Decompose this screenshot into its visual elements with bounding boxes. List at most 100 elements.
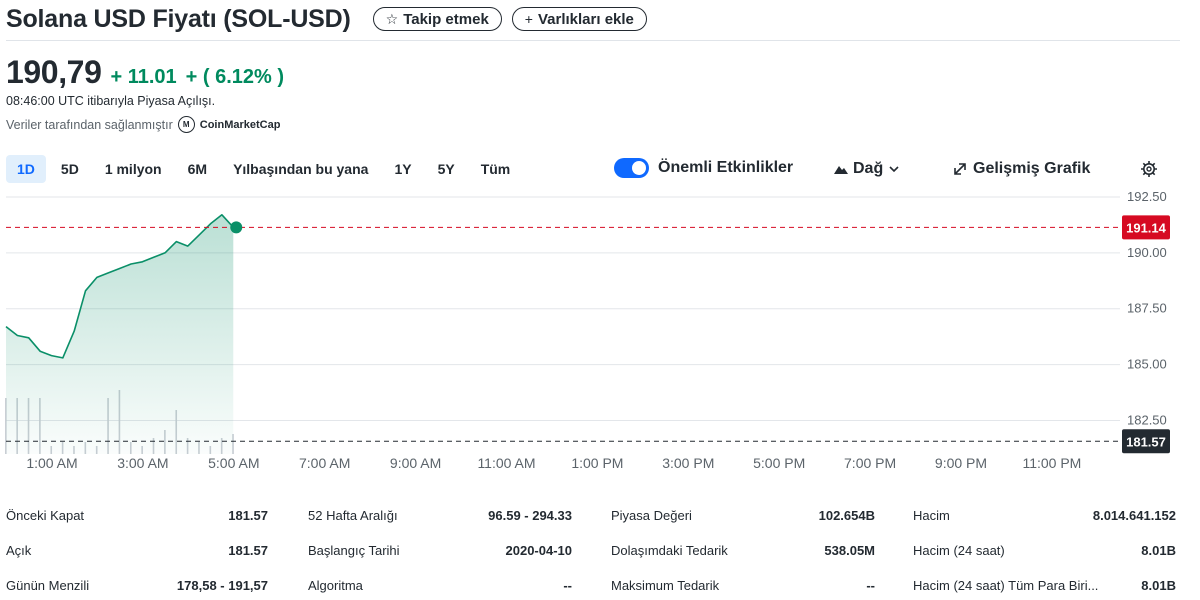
stat-label: Hacim (24 saat) [913, 542, 1005, 558]
x-tick-label: 11:00 PM [1022, 455, 1081, 471]
y-tick-label: 190.00 [1127, 245, 1167, 260]
range-tab-ytd[interactable]: Yılbaşından bu yana [222, 155, 379, 183]
add-to-portfolio-label: Varlıkları ekle [537, 10, 634, 28]
previous-close-flag-label: 181.57 [1126, 434, 1166, 449]
stat-value: 2020-04-10 [505, 542, 573, 558]
range-tabs: 1D 5D 1 milyon 6M Yılbaşından bu yana 1Y… [6, 155, 521, 183]
coinmarketcap-logo-icon: M [177, 116, 195, 133]
range-tab-5d[interactable]: 5D [50, 155, 90, 183]
stats-row: Açık 181.57 Başlangıç Tarihi 2020-04-10 Do… [6, 535, 1178, 565]
stat-label: Maksimum Tedarik [611, 577, 720, 593]
follow-button-label: Takip etmek [403, 10, 489, 28]
stat-label: Algoritma [308, 577, 363, 593]
stat-value: -- [866, 577, 875, 593]
range-tab-1m[interactable]: 1 milyon [94, 155, 173, 183]
stat-value: 8.01B [1141, 542, 1176, 558]
y-tick-label: 192.50 [1127, 189, 1167, 204]
stat-volume-24h: Hacim (24 saat) 8.01B [913, 535, 1176, 565]
price-chart[interactable]: 192.50 190.00 187.50 185.00 182.50 1:00 AM 3:0… [0, 184, 1200, 484]
provider-name[interactable]: CoinMarketCap [200, 119, 281, 131]
page-title: Solana USD Fiyatı (SOL-USD) [6, 4, 351, 33]
stat-start-date: Başlangıç Tarihi 2020-04-10 [308, 535, 572, 565]
stat-label: 52 Hafta Aralığı [308, 507, 398, 523]
stat-label: Önceki Kapat [6, 507, 85, 523]
stat-label: Hacim (24 saat) Tüm Para Biri... [913, 577, 1099, 593]
stat-market-cap: Piyasa Değeri 102.654B [611, 500, 875, 530]
y-tick-label: 182.50 [1127, 412, 1167, 427]
stat-previous-close: Önceki Kapat 181.57 [6, 500, 268, 530]
stat-label: Dolaşımdaki Tedarik [611, 542, 728, 558]
stat-day-range: Günün Menzili 178,58 - 191,57 [6, 570, 268, 600]
x-tick-label: 3:00 PM [662, 455, 714, 471]
quote-timestamp: 08:46:00 UTC itibarıyla Piyasa Açılışı. [6, 94, 216, 108]
stat-value: -- [563, 577, 572, 593]
quote-price-row: 190,79 + 11.01 + ( 6.12% ) [6, 54, 284, 91]
x-tick-label: 5:00 PM [753, 455, 805, 471]
range-tab-1y[interactable]: 1Y [383, 155, 422, 183]
stat-label: Başlangıç Tarihi [308, 542, 400, 558]
current-price-flag-label: 191.14 [1126, 220, 1167, 235]
current-price: 190,79 [6, 54, 102, 90]
gear-icon [1141, 161, 1157, 177]
chart-settings-button[interactable] [1140, 158, 1158, 180]
price-change: + 11.01 [110, 66, 177, 88]
star-icon: ☆ [385, 10, 399, 27]
x-tick-label: 7:00 PM [844, 455, 896, 471]
x-tick-label: 11:00 AM [477, 455, 535, 471]
stat-value: 181.57 [228, 542, 268, 558]
x-tick-label: 3:00 AM [117, 455, 168, 471]
key-events-control: Önemli Etkinlikler [614, 158, 793, 178]
range-tab-1d[interactable]: 1D [6, 155, 46, 183]
chevron-down-icon [889, 166, 899, 173]
stat-label: Günün Menzili [6, 577, 90, 593]
stat-label: Açık [6, 542, 32, 558]
key-events-label: Önemli Etkinlikler [658, 159, 794, 176]
range-tab-6m[interactable]: 6M [177, 155, 218, 183]
price-change-percent: + ( 6.12% ) [185, 66, 285, 88]
range-tab-5y[interactable]: 5Y [427, 155, 466, 183]
stat-open: Açık 181.57 [6, 535, 268, 565]
plus-icon: + [524, 11, 533, 27]
x-tick-label: 1:00 AM [26, 455, 77, 471]
add-to-portfolio-button[interactable]: + Varlıkları ekle [511, 7, 647, 31]
chart-type-label: Dağ [853, 160, 884, 177]
stat-value: 178,58 - 191,57 [176, 577, 268, 593]
stat-circulating-supply: Dolaşımdaki Tedarik 538.05M [611, 535, 875, 565]
provider-label: Veriler tarafından sağlanmıştır [6, 117, 173, 132]
range-tab-all[interactable]: Tüm [470, 155, 522, 183]
x-tick-label: 9:00 AM [390, 455, 441, 471]
y-tick-label: 185.00 [1127, 357, 1167, 372]
page-header: Solana USD Fiyatı (SOL-USD) ☆ Takip etme… [6, 2, 647, 36]
stats-row: Günün Menzili 178,58 - 191,57 Algoritma --… [6, 570, 1178, 600]
current-price-marker [230, 221, 243, 234]
stat-value: 8.01B [1141, 577, 1176, 593]
x-tick-label: 9:00 PM [935, 455, 987, 471]
x-tick-label: 7:00 AM [299, 455, 350, 471]
stat-value: 8.014.641.152 [1092, 507, 1176, 523]
stat-label: Hacim [913, 507, 950, 523]
stat-value: 538.05M [824, 542, 875, 558]
expand-arrow-icon [954, 163, 966, 175]
stats-row: Önceki Kapat 181.57 52 Hafta Aralığı 96.59… [6, 500, 1178, 530]
x-tick-label: 5:00 AM [208, 455, 259, 471]
stat-value: 181.57 [228, 507, 268, 523]
stat-label: Piyasa Değeri [611, 507, 692, 523]
y-tick-label: 187.50 [1127, 301, 1167, 316]
advanced-chart-button[interactable]: Gelişmiş Grafik [952, 158, 1090, 180]
stat-volume: Hacim 8.014.641.152 [913, 500, 1176, 530]
stat-value: 102.654B [818, 507, 875, 523]
follow-button[interactable]: ☆ Takip etmek [372, 7, 502, 31]
advanced-chart-label: Gelişmiş Grafik [973, 160, 1091, 177]
header-divider [6, 40, 1180, 41]
toggle-knob [632, 161, 646, 175]
stat-52-week-range: 52 Hafta Aralığı 96.59 - 294.33 [308, 500, 572, 530]
stat-volume-24h-all-currencies: Hacim (24 saat) Tüm Para Biri... 8.01B [913, 570, 1176, 600]
mountain-icon [834, 166, 848, 174]
stat-max-supply: Maksimum Tedarik -- [611, 570, 875, 600]
key-events-toggle[interactable] [614, 158, 649, 178]
stat-value: 96.59 - 294.33 [488, 507, 572, 523]
stat-algorithm: Algoritma -- [308, 570, 572, 600]
price-area [6, 214, 234, 454]
chart-type-dropdown[interactable]: Dağ [834, 158, 900, 180]
x-tick-label: 1:00 PM [571, 455, 623, 471]
